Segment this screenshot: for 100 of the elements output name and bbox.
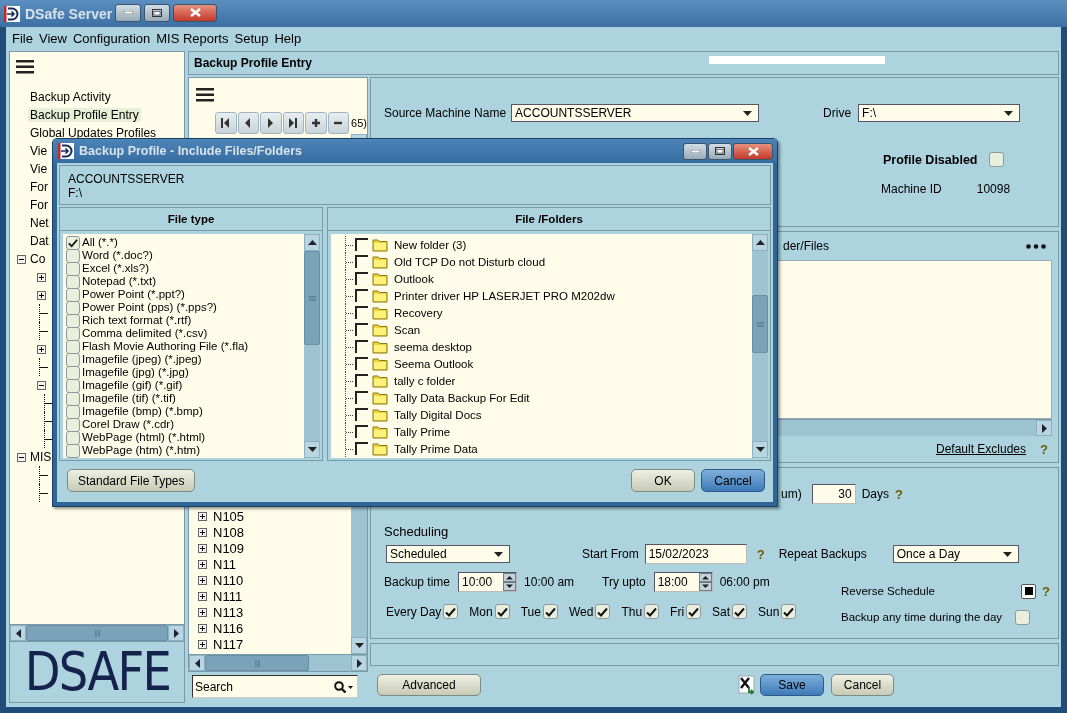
help-icon[interactable]: ?	[756, 546, 765, 562]
checkbox[interactable]	[66, 404, 80, 419]
file-type-item[interactable]: Power Point (pps) (*.pps?)	[82, 301, 217, 314]
spinner-arrows-icon[interactable]	[503, 573, 517, 591]
machine-name-dropdown[interactable]: ACCOUNTSSERVER	[511, 104, 760, 122]
advanced-button[interactable]: Advanced	[377, 674, 481, 696]
checkbox[interactable]	[66, 417, 80, 432]
close-button[interactable]	[733, 142, 773, 160]
minimize-button[interactable]	[683, 142, 707, 160]
file-type-item[interactable]: Power Point (*.ppt?)	[82, 288, 185, 301]
checkbox[interactable]	[66, 248, 80, 263]
date-field[interactable]: 15/02/2023	[644, 544, 747, 564]
previous-record-button[interactable]	[237, 112, 260, 134]
schedule-dropdown[interactable]: Scheduled	[386, 545, 510, 563]
menu-icon[interactable]	[196, 88, 214, 102]
checkbox[interactable]	[686, 604, 702, 619]
default-excludes-link[interactable]: Default Excludes	[936, 442, 1027, 456]
spinner-arrows-icon[interactable]	[698, 573, 712, 591]
folder-item[interactable]: Tally Prime	[394, 425, 451, 438]
expand-icon[interactable]	[198, 559, 207, 569]
checkbox[interactable]	[66, 378, 80, 393]
checkbox[interactable]	[355, 442, 368, 455]
tree-item[interactable]: Dat	[28, 234, 51, 248]
scroll-right-button[interactable]	[351, 655, 367, 671]
scroll-up-button[interactable]	[304, 234, 320, 251]
checkbox[interactable]	[494, 604, 510, 619]
cancel-button[interactable]: Cancel	[831, 674, 894, 696]
checkbox[interactable]	[732, 604, 748, 619]
tree-item[interactable]: Vie	[28, 162, 50, 176]
standard-file-types-button[interactable]: Standard File Types	[67, 469, 195, 492]
expand-icon[interactable]	[198, 591, 207, 601]
checkbox[interactable]	[66, 300, 80, 315]
scrollbar-thumb[interactable]	[205, 655, 310, 671]
menu-item[interactable]: Configuration	[69, 30, 154, 46]
close-button[interactable]	[173, 3, 218, 22]
menu-item[interactable]: File	[9, 30, 36, 46]
remove-button[interactable]	[327, 112, 350, 134]
scroll-down-button[interactable]	[304, 441, 320, 458]
scroll-left-button[interactable]	[10, 625, 26, 641]
expand-icon[interactable]	[37, 272, 46, 282]
file-type-item[interactable]: Excel (*.xls?)	[82, 262, 150, 275]
folder-item[interactable]: New folder (3)	[394, 238, 467, 251]
file-type-item[interactable]: All (*.*)	[82, 236, 118, 249]
file-type-item[interactable]: Comma delimited (*.csv)	[82, 327, 208, 340]
next-record-button[interactable]	[260, 112, 282, 134]
scroll-left-button[interactable]	[189, 655, 205, 671]
folder-item[interactable]: Seema Outlook	[394, 357, 474, 370]
ok-button[interactable]: OK	[631, 469, 695, 492]
checkbox[interactable]	[66, 326, 80, 341]
checkbox[interactable]	[595, 604, 611, 619]
export-button[interactable]	[736, 674, 758, 696]
tree-item[interactable]: Vie	[28, 144, 50, 158]
tree-item[interactable]: Backup Activity	[28, 90, 113, 104]
tree-item[interactable]: Co	[28, 252, 48, 266]
folder-item[interactable]: Old TCP Do not Disturb cloud	[394, 255, 546, 268]
tree-item[interactable]: For	[28, 198, 50, 212]
scroll-down-button[interactable]	[752, 441, 768, 458]
file-type-item[interactable]: Imagefile (tif) (*.tif)	[82, 392, 176, 405]
help-icon[interactable]: ?	[895, 486, 903, 502]
checkbox[interactable]	[66, 430, 80, 445]
drive-dropdown[interactable]: F:\	[858, 104, 1021, 122]
checkbox[interactable]	[66, 365, 80, 380]
scrollbar-thumb[interactable]	[26, 625, 168, 641]
tree-item[interactable]: N117	[211, 636, 246, 652]
scroll-right-button[interactable]	[1036, 420, 1052, 436]
help-icon[interactable]: ?	[1042, 583, 1050, 599]
cancel-button[interactable]: Cancel	[701, 469, 765, 492]
maximize-button[interactable]	[144, 3, 171, 22]
scrollbar[interactable]	[10, 624, 184, 641]
menu-item[interactable]: Help	[271, 30, 305, 46]
scrollbar-thumb[interactable]	[752, 295, 768, 353]
collapse-icon[interactable]	[17, 452, 26, 462]
tree-item[interactable]: Backup Profile Entry	[28, 108, 141, 122]
file-type-item[interactable]: Notepad (*.txt)	[82, 275, 157, 288]
file-type-item[interactable]: Rich text format (*.rtf)	[82, 314, 192, 327]
folder-item[interactable]: Scan	[394, 323, 421, 336]
folder-item[interactable]: Tally Digital Docs	[394, 408, 482, 421]
tree-item[interactable]: N109	[211, 540, 247, 556]
file-type-item[interactable]: WebPage (htm) (*.htm)	[82, 444, 200, 457]
collapse-icon[interactable]	[17, 254, 26, 264]
checkbox[interactable]	[1015, 609, 1030, 625]
file-type-item[interactable]: Imagefile (gif) (*.gif)	[82, 379, 183, 392]
expand-icon[interactable]	[198, 575, 207, 585]
tree-item[interactable]: For	[28, 180, 50, 194]
save-button[interactable]: Save	[760, 674, 824, 696]
folder-item[interactable]: seema desktop	[394, 340, 472, 353]
tree-item[interactable]: N105	[211, 508, 247, 524]
file-type-item[interactable]: Imagefile (jpeg) (*.jpeg)	[82, 353, 202, 366]
expand-icon[interactable]	[37, 290, 46, 300]
collapse-icon[interactable]	[37, 380, 46, 390]
checkbox[interactable]	[66, 235, 80, 250]
tree-item[interactable]: Global Updates Profiles	[28, 126, 159, 140]
file-type-item[interactable]: Imagefile (jpg) (*.jpg)	[82, 366, 189, 379]
checkbox[interactable]	[989, 152, 1005, 167]
folder-item[interactable]: Outlook	[394, 272, 434, 285]
last-record-button[interactable]	[282, 112, 305, 134]
checkbox[interactable]	[66, 287, 80, 302]
scrollbar[interactable]	[752, 234, 768, 458]
menu-icon[interactable]	[16, 60, 34, 74]
checkbox[interactable]	[443, 604, 459, 619]
